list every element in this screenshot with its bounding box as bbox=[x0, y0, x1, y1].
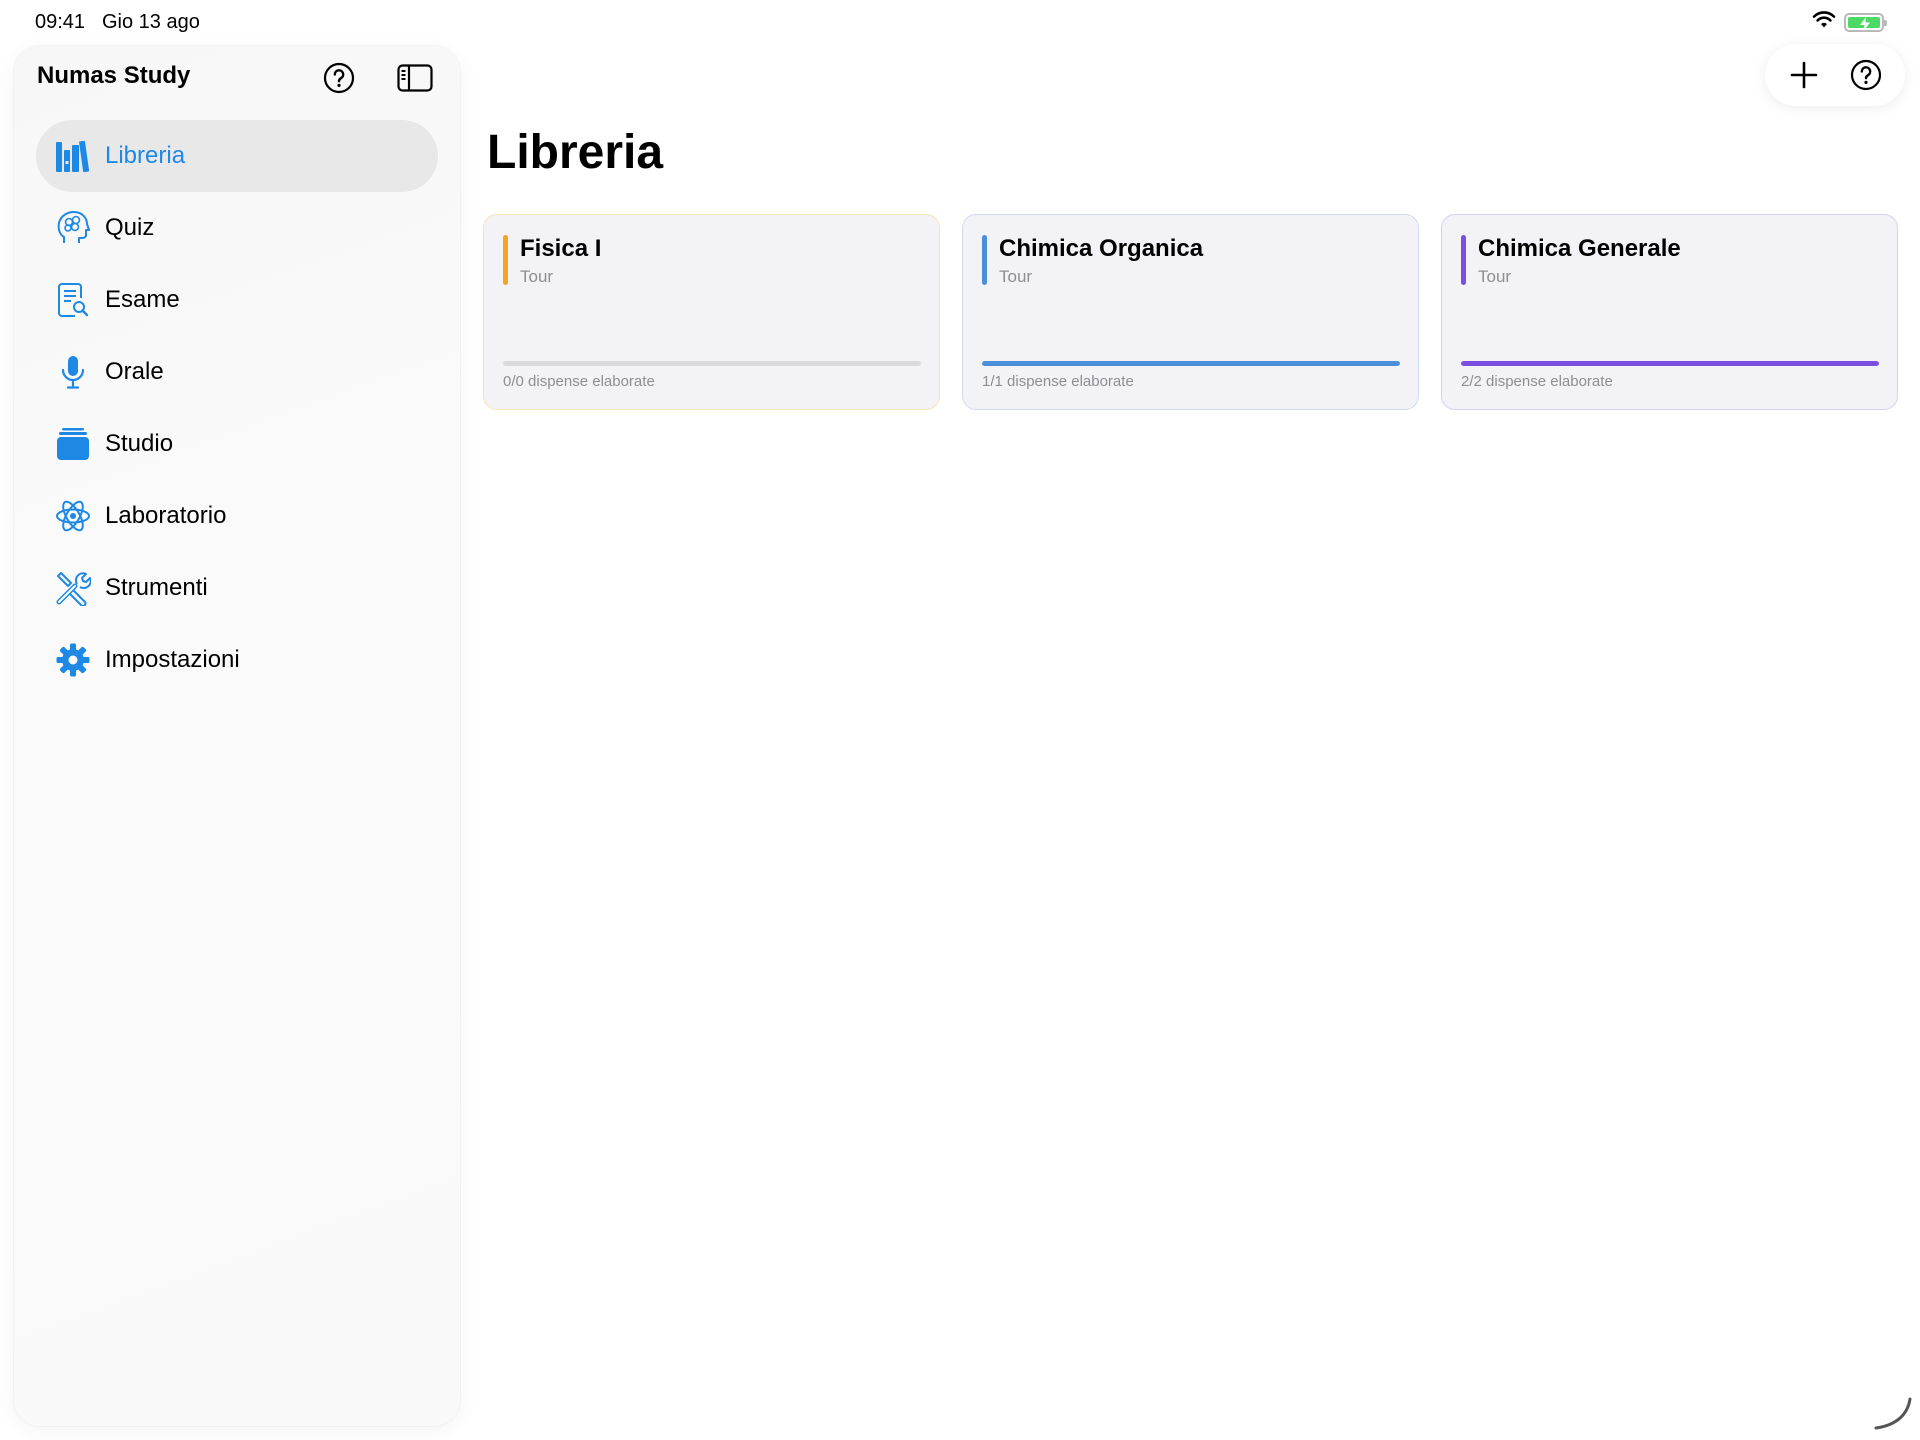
help-button[interactable] bbox=[1844, 53, 1888, 97]
course-card-fisica[interactable]: Fisica I Tour 0/0 dispense elaborate bbox=[483, 214, 940, 410]
home-indicator-corner bbox=[1872, 1397, 1912, 1436]
sidebar-item-orale[interactable]: Orale bbox=[36, 336, 438, 408]
card-accent-bar bbox=[1461, 235, 1466, 285]
app-title: Numas Study bbox=[37, 62, 191, 89]
page-title: Libreria bbox=[487, 126, 664, 179]
sidebar-item-laboratorio[interactable]: Laboratorio bbox=[36, 480, 438, 552]
course-card-chimica-organica[interactable]: Chimica Organica Tour 1/1 dispense elabo… bbox=[962, 214, 1419, 410]
card-progress-label: 1/1 dispense elaborate bbox=[982, 373, 1134, 390]
document-search-icon bbox=[55, 282, 91, 318]
card-subtitle: Tour bbox=[999, 267, 1033, 286]
plus-icon bbox=[1790, 61, 1818, 89]
status-date: Gio 13 ago bbox=[102, 11, 200, 33]
card-title: Chimica Generale bbox=[1478, 235, 1681, 262]
card-progress-label: 0/0 dispense elaborate bbox=[503, 373, 655, 390]
sidebar-item-quiz[interactable]: Quiz bbox=[36, 192, 438, 264]
card-title: Chimica Organica bbox=[999, 235, 1204, 262]
status-bar: 09:41 Gio 13 ago bbox=[0, 0, 1920, 44]
card-title: Fisica I bbox=[520, 235, 602, 262]
sidebar-help-button[interactable] bbox=[319, 58, 359, 98]
stack-icon bbox=[55, 426, 91, 462]
sidebar-toggle-button[interactable] bbox=[395, 58, 435, 98]
card-progress-bar bbox=[982, 361, 1400, 366]
sidebar-item-label: Studio bbox=[105, 430, 174, 457]
brain-head-icon bbox=[55, 210, 91, 246]
toolbar bbox=[1765, 44, 1905, 106]
sidebar-item-label: Impostazioni bbox=[105, 646, 240, 673]
card-progress-bar bbox=[1461, 361, 1879, 366]
sidebar-toggle-icon bbox=[397, 64, 433, 92]
sidebar-item-label: Libreria bbox=[105, 142, 186, 169]
sidebar-item-impostazioni[interactable]: Impostazioni bbox=[36, 624, 438, 696]
sidebar: Numas Study Libreria Quiz Esame Orale St… bbox=[14, 46, 460, 1426]
card-subtitle: Tour bbox=[1478, 267, 1512, 286]
sidebar-item-label: Esame bbox=[105, 286, 180, 313]
sidebar-nav: Libreria Quiz Esame Orale Studio Laborat… bbox=[36, 120, 438, 696]
card-progress-label: 2/2 dispense elaborate bbox=[1461, 373, 1613, 390]
card-subtitle: Tour bbox=[520, 267, 554, 286]
wifi-icon bbox=[1812, 11, 1836, 34]
sidebar-item-label: Orale bbox=[105, 358, 164, 385]
card-accent-bar bbox=[982, 235, 987, 285]
card-progress-bar bbox=[503, 361, 921, 366]
gear-icon bbox=[55, 642, 91, 678]
books-icon bbox=[55, 138, 91, 174]
tools-icon bbox=[55, 570, 91, 606]
sidebar-item-label: Quiz bbox=[105, 214, 155, 241]
course-card-chimica-generale[interactable]: Chimica Generale Tour 2/2 dispense elabo… bbox=[1441, 214, 1898, 410]
sidebar-item-esame[interactable]: Esame bbox=[36, 264, 438, 336]
card-accent-bar bbox=[503, 235, 508, 285]
status-time: 09:41 bbox=[35, 11, 86, 33]
sidebar-item-libreria[interactable]: Libreria bbox=[36, 120, 438, 192]
sidebar-item-studio[interactable]: Studio bbox=[36, 408, 438, 480]
question-circle-icon bbox=[1850, 59, 1882, 91]
sidebar-item-strumenti[interactable]: Strumenti bbox=[36, 552, 438, 624]
atom-icon bbox=[55, 498, 91, 534]
microphone-icon bbox=[55, 354, 91, 390]
sidebar-item-label: Laboratorio bbox=[105, 502, 227, 529]
status-indicators bbox=[1812, 11, 1887, 34]
sidebar-item-label: Strumenti bbox=[105, 574, 208, 601]
question-circle-icon bbox=[323, 62, 355, 94]
card-progress-fill bbox=[982, 361, 1400, 366]
battery-fill bbox=[1848, 17, 1880, 31]
battery-charging-icon bbox=[1844, 13, 1887, 32]
card-progress-fill bbox=[1461, 361, 1879, 366]
add-button[interactable] bbox=[1782, 53, 1826, 97]
